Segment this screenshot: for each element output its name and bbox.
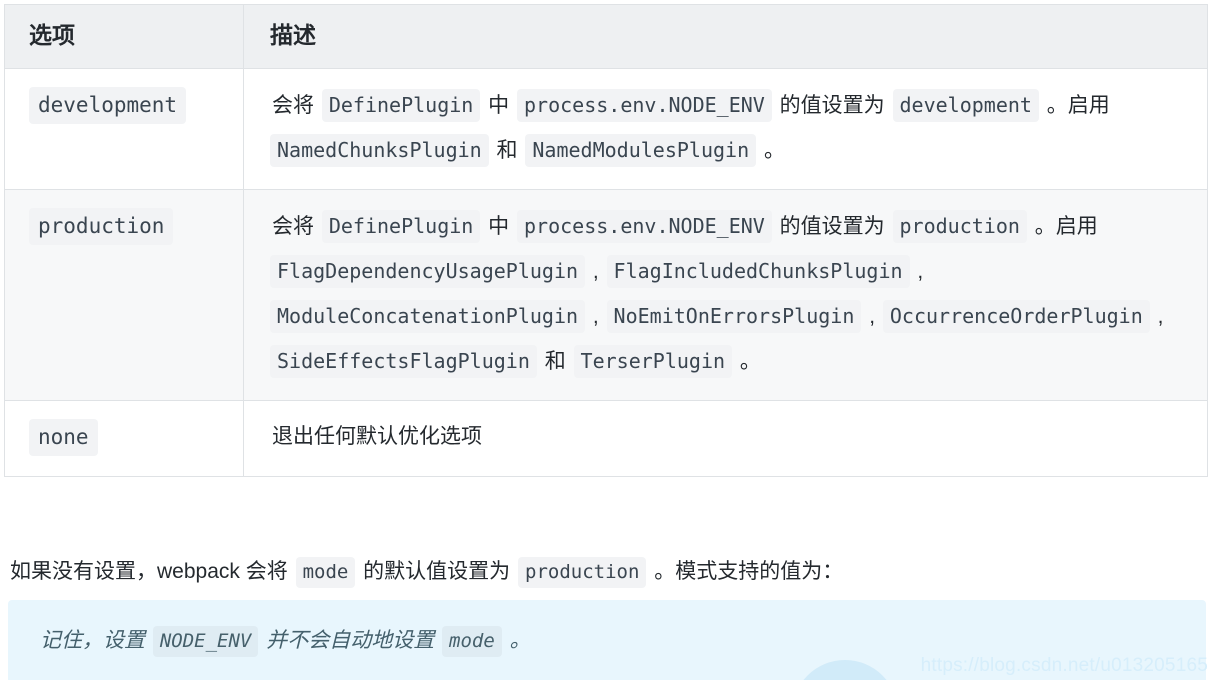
watermark-text: https://blog.csdn.net/u013205165 (920, 655, 1208, 676)
inline-code-chip: DefinePlugin (321, 88, 481, 122)
column-header-description: 描述 (243, 4, 1208, 69)
inline-text: 记住，设置 (40, 629, 151, 652)
option-code-chip: development (29, 86, 187, 124)
inline-code-chip: mode (442, 626, 502, 657)
inline-text: 。启用 (1040, 93, 1110, 117)
inline-code-chip: TerserPlugin (573, 344, 733, 378)
inline-text: 和 (490, 138, 524, 162)
cell-description: 会将 DefinePlugin 中 process.env.NODE_ENV 的… (243, 188, 1208, 401)
column-header-option: 选项 (4, 4, 244, 69)
inline-code-chip: FlagDependencyUsagePlugin (270, 254, 586, 288)
inline-text: 的值设置为 (773, 93, 891, 117)
inline-text: 退出任何默认优化选项 (272, 424, 482, 448)
cell-option: none (4, 399, 244, 477)
inline-code-chip: process.env.NODE_ENV (517, 209, 772, 243)
inline-text: , (1151, 304, 1164, 328)
note-callout-text: 记住，设置 NODE_ENV 并不会自动地设置 mode 。 (38, 624, 533, 658)
inline-text: 。 (758, 138, 785, 162)
inline-text: , (587, 259, 605, 283)
table-row: none 退出任何默认优化选项 (4, 399, 1208, 477)
option-code-chip: none (29, 418, 98, 456)
table-body: development 会将 DefinePlugin 中 process.en… (4, 67, 1208, 477)
inline-text: 。 (734, 349, 761, 373)
cell-description: 会将 DefinePlugin 中 process.env.NODE_ENV 的… (243, 67, 1208, 190)
inline-text: 中 (482, 93, 516, 117)
inline-text: 。启用 (1028, 214, 1098, 238)
inline-code-chip: production (518, 557, 647, 588)
inline-text: 的默认值设置为 (357, 560, 516, 583)
inline-text: 。 (503, 629, 531, 652)
page-root: 选项 描述 development 会将 DefinePlugin 中 proc… (0, 0, 1216, 680)
inline-code-chip: NamedChunksPlugin (270, 133, 489, 167)
inline-text: , (587, 304, 605, 328)
inline-code-chip: DefinePlugin (321, 209, 481, 243)
inline-text: 并不会自动地设置 (260, 629, 441, 652)
cell-description: 退出任何默认优化选项 (243, 399, 1208, 477)
cell-option: production (4, 188, 244, 401)
option-code-chip: production (29, 207, 174, 245)
table-row: development 会将 DefinePlugin 中 process.en… (4, 67, 1208, 190)
inline-text: 如果没有设置，webpack 会将 (10, 560, 294, 583)
inline-text: , (863, 304, 881, 328)
inline-text: 会将 (272, 93, 320, 117)
inline-text: 。模式支持的值为： (648, 560, 844, 583)
inline-code-chip: OccurrenceOrderPlugin (882, 299, 1150, 333)
table-row: production 会将 DefinePlugin 中 process.env… (4, 188, 1208, 401)
inline-text: 的值设置为 (773, 214, 891, 238)
mode-options-table: 选项 描述 development 会将 DefinePlugin 中 proc… (4, 4, 1208, 477)
inline-code-chip: mode (295, 557, 356, 588)
inline-code-chip: production (892, 209, 1027, 243)
inline-code-chip: development (892, 88, 1039, 122)
inline-code-chip: ModuleConcatenationPlugin (270, 299, 586, 333)
inline-code-chip: NODE_ENV (152, 626, 259, 657)
default-mode-paragraph: 如果没有设置，webpack 会将 mode 的默认值设置为 productio… (8, 555, 1198, 589)
cell-option: development (4, 67, 244, 190)
inline-code-chip: SideEffectsFlagPlugin (270, 344, 537, 378)
inline-text: 会将 (272, 214, 320, 238)
table-header-row: 选项 描述 (4, 4, 1208, 69)
inline-text: , (911, 259, 924, 283)
inline-text: 和 (538, 349, 572, 373)
inline-code-chip: NamedModulesPlugin (525, 133, 757, 167)
inline-code-chip: process.env.NODE_ENV (517, 88, 772, 122)
table-header: 选项 描述 (4, 4, 1208, 69)
inline-code-chip: FlagIncludedChunksPlugin (606, 254, 910, 288)
inline-text: 中 (482, 214, 516, 238)
inline-code-chip: NoEmitOnErrorsPlugin (606, 299, 862, 333)
